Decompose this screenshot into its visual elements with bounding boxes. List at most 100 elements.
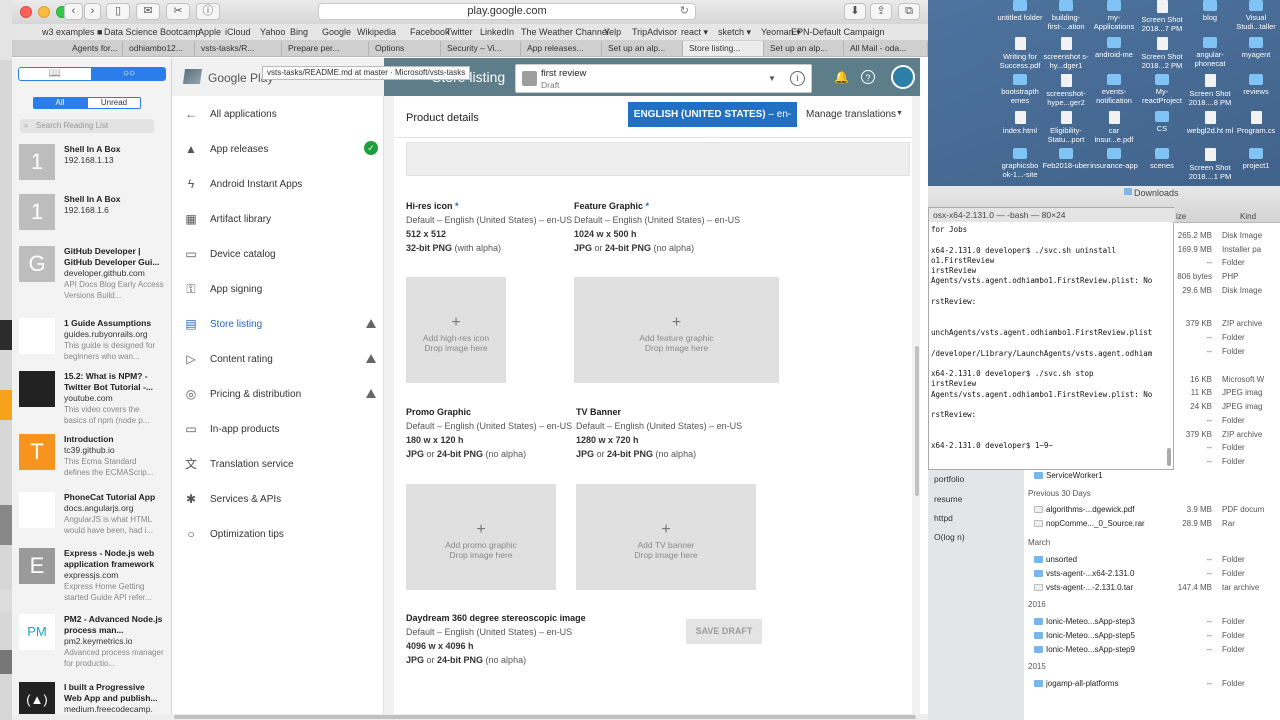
nav-item-services-apis[interactable]: ✱ Services & APIs [172, 485, 384, 515]
horizontal-scrollbar-thumb[interactable] [174, 715, 916, 719]
browser-tab[interactable]: Prepare per... [282, 41, 369, 56]
bookmark-item[interactable]: Yahoo [260, 27, 285, 37]
screenshots-drop-area[interactable] [406, 142, 910, 176]
promo-graphic-drop-zone[interactable]: + Add promo graphic Drop image here [406, 484, 556, 590]
finder-row[interactable]: unsorted -- Folder [1024, 553, 1280, 566]
nav-item-in-app-products[interactable]: ▭ In-app products [172, 415, 384, 445]
nav-item-optimization-tips[interactable]: ○ Optimization tips [172, 520, 384, 550]
nav-item-translation-service[interactable]: 文 Translation service [172, 450, 384, 480]
bookmark-item[interactable]: sketch ▾ [718, 27, 751, 38]
browser-tab[interactable]: Agents for... [66, 41, 123, 56]
reading-list-item[interactable]: 15.2: What is NPM? - Twitter Bot Tutoria… [19, 371, 169, 431]
mail-icon[interactable]: ✉ [136, 3, 160, 20]
browser-tab[interactable]: Store listing... [683, 41, 764, 56]
desktop-icon[interactable]: my-Applications [1090, 0, 1138, 31]
nav-item-app-signing[interactable]: ⚿ App signing [172, 275, 384, 305]
forward-button[interactable]: › [84, 3, 101, 20]
share-icon[interactable]: ⇪ [870, 3, 892, 20]
browser-tab[interactable]: App releases... [521, 41, 602, 56]
filter-all-button[interactable]: All [33, 97, 87, 109]
finder-row[interactable]: vsts-agent-...-2.131.0.tar 147.4 MB tar ar… [1024, 581, 1280, 594]
finder-sidebar-item[interactable]: O(log n) [934, 532, 965, 542]
reading-list-item[interactable]: 1 Guide Assumptions guides.rubyonrails.or… [19, 318, 169, 378]
desktop-icon[interactable]: screenshot-hype...ger2 [1042, 74, 1090, 107]
desktop-icon[interactable]: project1 [1232, 148, 1280, 170]
nav-item-content-rating[interactable]: ▷ Content rating [172, 345, 384, 375]
app-selector-dropdown[interactable]: first review Draft ▼ i [515, 64, 812, 93]
manage-translations-button[interactable]: Manage translations [806, 109, 896, 120]
finder-row[interactable]: vsts-agent-...x64-2.131.0 -- Folder [1024, 567, 1280, 580]
reading-list-item[interactable]: PhoneCat Tutorial App docs.angularjs.org A… [19, 492, 169, 552]
browser-tab[interactable]: Options [369, 41, 441, 56]
desktop-icon[interactable]: CS [1138, 111, 1186, 133]
desktop-icon[interactable]: screenshot s-hy...dger1 [1042, 37, 1090, 70]
size-column-header[interactable]: ize [1176, 212, 1186, 221]
reading-list-tab-icon[interactable]: ○○ [92, 67, 166, 81]
hires-icon-drop-zone[interactable]: + Add high-res icon Drop image here [406, 277, 506, 383]
back-button[interactable]: ‹ [64, 3, 83, 20]
terminal-scrollbar-thumb[interactable] [1167, 448, 1171, 466]
horizontal-scrollbar[interactable] [12, 714, 928, 720]
bookmarks-tab-icon[interactable]: 📖 [18, 67, 92, 81]
bookmark-item[interactable]: w3 examples ■ [42, 27, 102, 37]
bookmark-item[interactable]: Yelp [604, 27, 621, 37]
kind-column-header[interactable]: Kind [1240, 212, 1256, 221]
nav-item-device-catalog[interactable]: ▭ Device catalog [172, 240, 384, 270]
nav-item-artifact-library[interactable]: ▦ Artifact library [172, 205, 384, 235]
finder-row[interactable]: algorithms-...dgewick.pdf 3.9 MB PDF docum [1024, 503, 1280, 516]
finder-row[interactable]: jogamp-all-platforms -- Folder [1024, 677, 1280, 690]
bookmark-item[interactable]: Data Science Bootcamp [104, 27, 201, 37]
content-scrollbar[interactable] [914, 96, 920, 720]
desktop-icon[interactable]: building-first-...ation [1042, 0, 1090, 31]
desktop-icon[interactable]: Visual Studi...taller [1232, 0, 1280, 31]
desktop-icon[interactable]: untitled folder [996, 0, 1044, 22]
app-info-icon[interactable]: i [790, 71, 805, 86]
tv-banner-drop-zone[interactable]: + Add TV banner Drop image here [576, 484, 756, 590]
desktop-icon[interactable]: Screen Shot 2018...2 PM [1138, 37, 1186, 70]
desktop-icon[interactable]: Screen Shot 2018....8 PM [1186, 74, 1234, 107]
bookmark-item[interactable]: react ▾ [681, 27, 708, 38]
save-draft-button[interactable]: SAVE DRAFT [686, 619, 762, 644]
desktop-icon[interactable]: blog [1186, 0, 1234, 22]
desktop-icon[interactable]: Eligibility-Statu...port [1042, 111, 1090, 144]
desktop-icon[interactable]: bootstrapth emes [996, 74, 1044, 105]
desktop-icon[interactable]: Feb2018-uber [1042, 148, 1090, 170]
finder-row[interactable]: Ionic-Meteo...sApp-step5 -- Folder [1024, 629, 1280, 642]
nav-item-android-instant-apps[interactable]: ϟ Android Instant Apps [172, 170, 384, 200]
desktop-icon[interactable]: Writing for Success.pdf [996, 37, 1044, 70]
reading-list-item[interactable]: G GitHub Developer | GitHub Developer Gui… [19, 246, 169, 306]
finder-row[interactable]: nopComme..._0_Source.rar 28.9 MB Rar [1024, 517, 1280, 530]
finder-sidebar-item[interactable]: httpd [934, 513, 953, 523]
reading-list-search-input[interactable]: ⌕ Search Reading List [20, 119, 154, 133]
bookmark-item[interactable]: Facebook [410, 27, 450, 37]
reading-list-item[interactable]: E Express - Node.js web application frame… [19, 548, 169, 608]
desktop-icon[interactable]: scenes [1138, 148, 1186, 170]
finder-row[interactable]: ServiceWorker1 [1024, 469, 1280, 482]
extension-icon[interactable]: ✂ [166, 3, 190, 20]
notifications-bell-icon[interactable]: 🔔 [834, 70, 849, 84]
bookmark-item[interactable]: Apple [198, 27, 221, 37]
help-icon[interactable]: ? [861, 70, 875, 84]
account-avatar[interactable] [891, 65, 915, 89]
browser-tab[interactable]: odhiambo12... [123, 41, 195, 56]
minimize-window-button[interactable] [38, 6, 50, 18]
desktop-icon[interactable]: android-me [1090, 37, 1138, 59]
desktop-icon[interactable]: myagent [1232, 37, 1280, 59]
desktop-icon[interactable]: webgl2d.ht ml [1186, 111, 1234, 135]
desktop-icon[interactable]: Screen Shot 2018...7 PM [1138, 0, 1186, 33]
finder-row[interactable]: Ionic-Meteo...sApp-step9 -- Folder [1024, 643, 1280, 656]
desktop-icon[interactable]: car insur...e.pdf [1090, 111, 1138, 144]
desktop-icon[interactable]: events-notification [1090, 74, 1138, 105]
info-icon[interactable]: ⓘ [196, 3, 220, 20]
bookmark-item[interactable]: iCloud [225, 27, 251, 37]
desktop-icon[interactable]: reviews [1232, 74, 1280, 96]
browser-tab[interactable]: vsts-tasks/R... [195, 41, 282, 56]
nav-item-all-applications[interactable]: ← All applications [172, 100, 384, 130]
nav-item-store-listing[interactable]: ▤ Store listing [172, 310, 384, 340]
finder-sidebar-item[interactable]: resume [934, 494, 962, 504]
finder-row[interactable]: Ionic-Meteo...sApp-step3 -- Folder [1024, 615, 1280, 628]
desktop-icon[interactable]: My-reactProject [1138, 74, 1186, 105]
reading-list-item[interactable]: 1 Shell In A Box 192.168.1.6 [19, 194, 169, 254]
reload-icon[interactable]: ↻ [680, 4, 689, 19]
desktop-icon[interactable]: Program.cs [1232, 111, 1280, 135]
